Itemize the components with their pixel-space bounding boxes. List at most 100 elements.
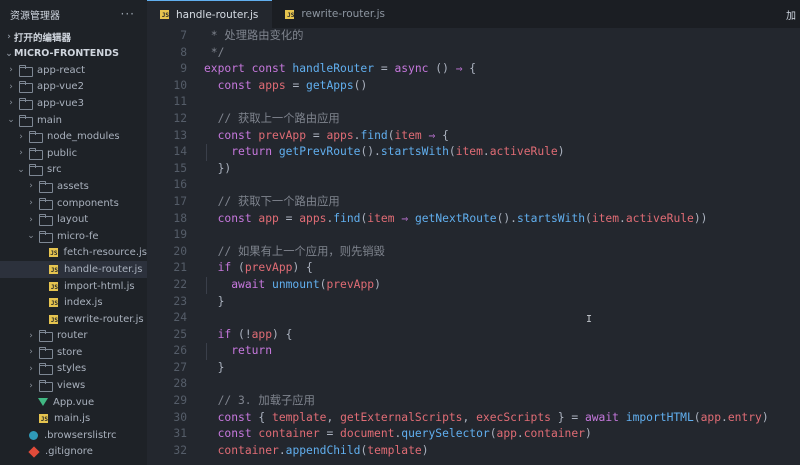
tab-rewrite-router-js[interactable]: JS rewrite-router.js — [272, 0, 399, 28]
tree-item-label: app-vue3 — [37, 97, 84, 109]
tree-item-main-js[interactable]: JS main.js — [0, 410, 147, 427]
tree-item-label: node_modules — [47, 131, 120, 143]
tab-handle-router-js[interactable]: JS handle-router.js — [147, 0, 273, 28]
code-token: }) — [204, 161, 232, 175]
code-text: export const handleRouter = async () ⇒ { — [204, 61, 476, 78]
tree-item-node-modules[interactable]: › node_modules — [0, 128, 147, 145]
tree-item-layout[interactable]: › layout — [0, 211, 147, 228]
more-actions-icon[interactable]: ··· — [121, 7, 135, 21]
tree-item-gitignore[interactable]: .gitignore — [0, 444, 147, 461]
tree-item-label: App.vue — [53, 396, 95, 408]
code-token: item — [394, 128, 422, 142]
project-section[interactable]: ⌄ MICRO-FRONTENDS — [0, 45, 147, 62]
line-number: 24 — [173, 311, 187, 325]
code-token: (). — [496, 211, 517, 225]
code-text: // 获取下一个路由应用 — [204, 194, 340, 211]
tree-item-index-js[interactable]: JS index.js — [0, 294, 147, 311]
code-line: 16 — [147, 177, 800, 194]
code-token: const — [217, 410, 259, 424]
code-token: ( — [489, 427, 497, 441]
tree-item-components[interactable]: › components — [0, 195, 147, 212]
code-line: 29 // 3. 加载子应用 — [147, 393, 800, 410]
code-line: 10 const apps = getApps() — [147, 78, 800, 95]
code-token: ) — [557, 145, 565, 159]
folder-icon — [19, 97, 33, 110]
indent-guide — [206, 343, 207, 360]
tree-item-label: public — [47, 147, 78, 159]
code-line: 32 container.appendChild(template) — [147, 443, 800, 460]
tree-item-public[interactable]: › public — [0, 145, 147, 162]
code-editor[interactable]: 7 * 处理路由变化的 8 */9 export const handleRoute… — [147, 28, 800, 465]
tree-item-label: assets — [57, 180, 89, 192]
line-number: 17 — [173, 194, 187, 208]
folder-icon — [39, 330, 53, 343]
line-number: 32 — [173, 443, 187, 457]
tree-item-app-react[interactable]: › app-react — [0, 62, 147, 79]
folder-icon — [39, 363, 53, 376]
code-token: app — [700, 410, 721, 424]
chevron-right-icon: › — [29, 363, 33, 374]
code-lines: 7 * 处理路由变化的 8 */9 export const handleRoute… — [147, 28, 800, 459]
code-token: // 获取下一个路由应用 — [204, 194, 340, 208]
tree-item-main[interactable]: ⌄ main — [0, 112, 147, 129]
tree-item-rewrite-router-js[interactable]: JS rewrite-router.js — [0, 311, 147, 328]
code-text: const container = document. querySelector… — [204, 426, 592, 443]
chevron-right-icon: › — [9, 98, 13, 109]
line-number: 13 — [173, 128, 187, 142]
code-text: container.appendChild(template) — [204, 443, 429, 460]
code-line: 30 const { template, getExternalScripts,… — [147, 410, 800, 427]
tree-item-label: app-vue2 — [37, 81, 84, 93]
code-token: item — [455, 145, 483, 159]
git-file-icon — [28, 446, 40, 458]
line-number: 16 — [173, 178, 187, 192]
file-tree: › app-react › app-vue2 › app-vue3 ⌄ main › node_m… — [0, 62, 147, 460]
code-token: activeRule — [625, 211, 694, 225]
folder-icon — [39, 380, 53, 393]
tree-item-micro-fe[interactable]: ⌄ micro-fe — [0, 228, 147, 245]
line-number: 15 — [173, 161, 187, 175]
tree-item-styles[interactable]: › styles — [0, 361, 147, 378]
code-text: // 获取上一个路由应用 — [204, 111, 340, 128]
tree-item-views[interactable]: › views — [0, 377, 147, 394]
code-token: )) — [693, 211, 708, 225]
code-token: (! — [231, 327, 252, 341]
chevron-down-icon: ⌄ — [5, 48, 13, 59]
code-line: 17 // 获取下一个路由应用 — [147, 194, 800, 211]
code-token: ( — [387, 128, 395, 142]
code-line: 14 return getPrevRoute().startsWith(item… — [147, 144, 800, 161]
code-text: const app = apps.find(item ⇒ getNextRout… — [204, 211, 708, 228]
tree-item-app-vue[interactable]: App.vue — [0, 394, 147, 411]
line-number: 8 — [180, 45, 187, 59]
tree-item-src[interactable]: ⌄ src — [0, 162, 147, 179]
js-file-icon: JS — [285, 9, 295, 19]
code-token: // 3. 加载子应用 — [204, 394, 315, 408]
tree-item-browserslistrc[interactable]: .browserslistrc — [0, 427, 147, 444]
code-token: find — [333, 211, 361, 225]
code-token: await — [584, 410, 626, 424]
code-token: getApps — [306, 78, 354, 92]
code-token: async — [394, 62, 429, 76]
code-line: 28 — [147, 376, 800, 393]
js-file-icon: JS — [49, 314, 58, 324]
code-token: appendChild — [285, 443, 361, 457]
chevron-right-icon: › — [9, 81, 13, 92]
code-token: ( — [231, 261, 245, 275]
tree-item-router[interactable]: › router — [0, 328, 147, 345]
open-editors-section[interactable]: › 打开的编辑器 — [0, 28, 147, 45]
code-text: return getPrevRoute().startsWith(item.ac… — [204, 144, 565, 161]
tree-item-import-html-js[interactable]: JS import-html.js — [0, 278, 147, 295]
tree-item-fetch-resource-js[interactable]: JS fetch-resource.js — [0, 245, 147, 262]
tree-item-handle-router-js[interactable]: JS handle-router.js — [0, 261, 147, 278]
js-file-icon: JS — [160, 10, 169, 19]
code-token: () — [428, 62, 456, 76]
tree-item-assets[interactable]: › assets — [0, 178, 147, 195]
code-token: const — [217, 427, 259, 441]
tree-item-app-vue2[interactable]: › app-vue2 — [0, 79, 147, 96]
code-token: export const — [204, 62, 293, 76]
tree-item-store[interactable]: › store — [0, 344, 147, 361]
code-line: 24 — [147, 310, 800, 327]
code-token: entry — [727, 410, 762, 424]
tree-item-label: layout — [57, 214, 89, 226]
tree-item-app-vue3[interactable]: › app-vue3 — [0, 95, 147, 112]
